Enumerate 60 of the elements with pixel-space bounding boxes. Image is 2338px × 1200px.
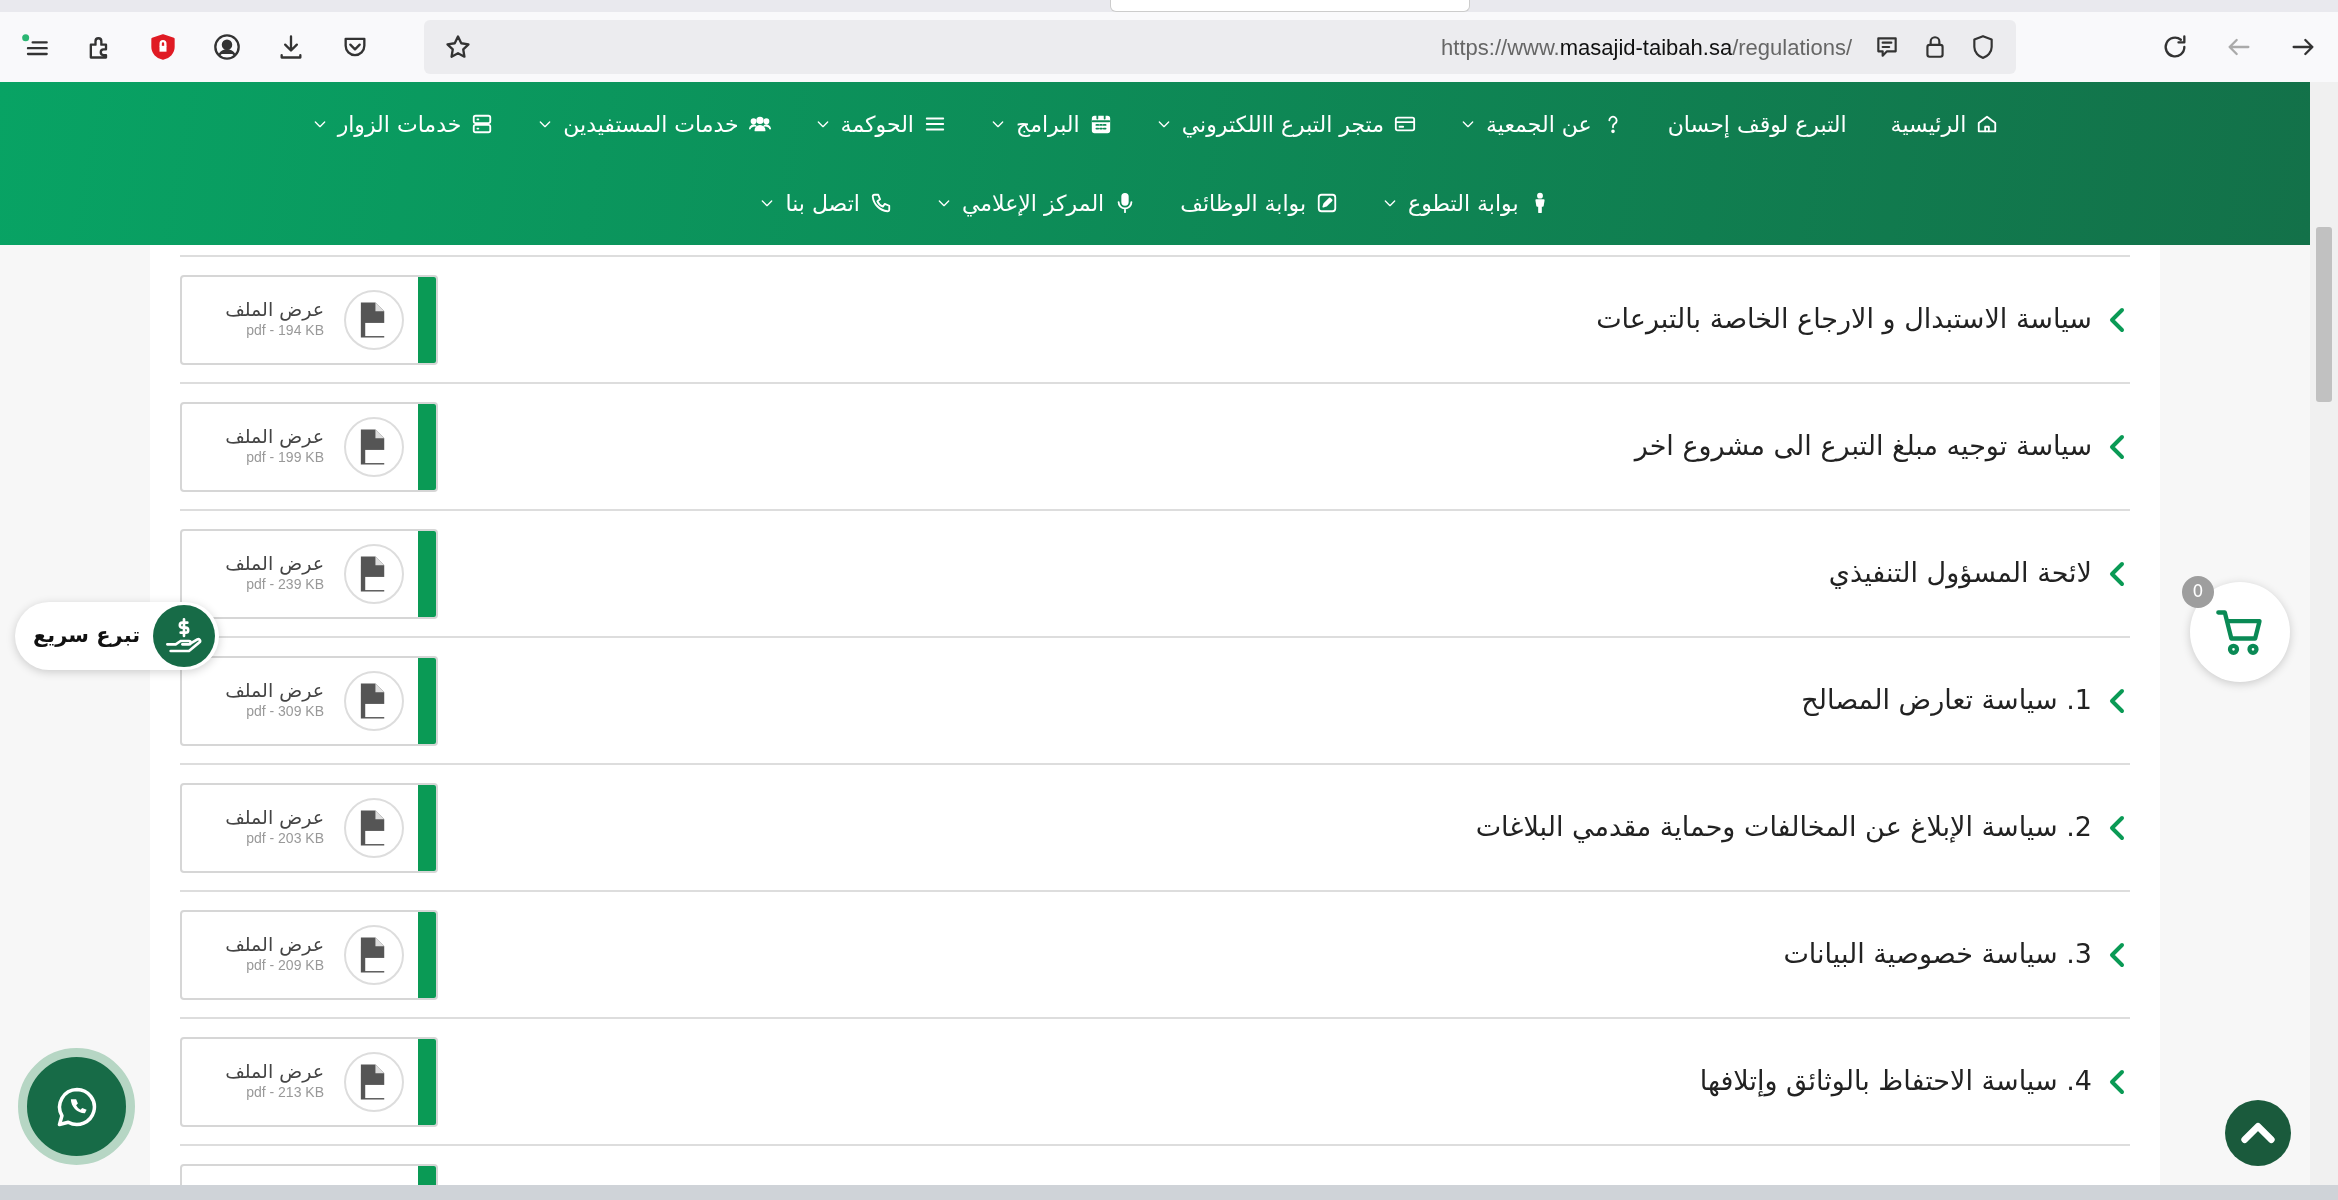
regulation-title: لائحة المسؤول التنفيذي [1828, 556, 2092, 591]
file-info: pdf - 199 KB [245, 448, 324, 468]
edit-icon [1316, 192, 1339, 214]
file-label: عرض الملف [225, 1059, 324, 1083]
cart-button[interactable] [2190, 582, 2290, 682]
nav-link[interactable]: التبرع لوقف إحسان [1667, 107, 1847, 141]
regulation-title: سياسة توجيه مبلغ التبرع الى مشروع اخر [1634, 429, 2092, 464]
phone-icon [869, 192, 892, 214]
nav-link[interactable]: خدمات الزوار [311, 107, 494, 141]
nav-link[interactable]: الرئيسية [1890, 107, 1999, 141]
nav-link[interactable]: بوابة التطوع [1382, 186, 1551, 220]
donate-hand-icon [153, 605, 215, 667]
regulation-title: 3. سياسة خصوصية البيانات [1783, 937, 2092, 972]
address-bar[interactable]: https://www.masajid-taibah.sa/regulations/ [424, 20, 2016, 74]
reader-icon[interactable] [1874, 34, 1900, 60]
pdf-icon [344, 416, 404, 477]
nav-link[interactable]: عن الجمعية [1460, 107, 1624, 141]
account-icon[interactable] [213, 33, 241, 61]
shield-icon[interactable] [149, 33, 177, 61]
nav-link[interactable]: المركز الإعلامي [935, 186, 1137, 220]
shield-outline-icon[interactable] [1970, 34, 1996, 60]
star-icon [444, 33, 472, 61]
file-label: عرض الملف [225, 424, 324, 448]
pdf-icon [344, 289, 404, 350]
regulation-title: 4. سياسة الاحتفاظ بالوثائق وإتلافها [1699, 1064, 2092, 1099]
file-label: عرض الملف [225, 805, 324, 829]
nav-link[interactable]: البرامج [990, 107, 1112, 141]
regulation-title: 2. سياسة الإبلاغ عن المخالفات وحماية مقدمي البلاغات [1475, 810, 2092, 845]
file-label: عرض الملف [225, 932, 324, 956]
file-info: pdf - 194 KB [245, 321, 324, 341]
file-label: عرض الملف [225, 551, 324, 575]
nav-link[interactable]: بوابة الوظائف [1180, 186, 1339, 220]
home-icon [1976, 113, 1999, 135]
file-label: عرض الملف [225, 297, 324, 321]
pdf-icon [344, 924, 404, 985]
file-label: عرض الملف [225, 678, 324, 702]
url-text: https://www.masajid-taibah.sa/regulations/ [1441, 33, 1852, 62]
pdf-icon [344, 797, 404, 858]
cart-count: 0 [2182, 576, 2214, 608]
regulation-title: سياسة الاستبدال و الارجاع الخاصة بالتبرعات [1596, 302, 2092, 337]
regulation-title: 1. سياسة تعارض المصالح [1801, 683, 2092, 718]
nav-link[interactable]: خدمات المستفيدين [537, 107, 771, 141]
reload-icon[interactable] [2161, 33, 2189, 61]
file-info: pdf - 309 KB [245, 702, 324, 722]
nav-link[interactable]: اتصل بنا [759, 186, 892, 220]
file-info: pdf - 203 KB [245, 829, 324, 849]
quick-donate-button[interactable]: تبرع سريع [15, 602, 219, 670]
calendar-icon [1089, 113, 1112, 135]
file-info: pdf - 239 KB [245, 575, 324, 595]
pdf-icon [344, 1051, 404, 1112]
server-icon [471, 113, 494, 135]
pdf-icon [344, 543, 404, 604]
file-info: pdf - 213 KB [245, 1083, 324, 1103]
nav-link[interactable]: الحوكمة [814, 107, 946, 141]
scrollbar-thumb[interactable] [2316, 227, 2332, 402]
nav-link[interactable]: متجر التبرع االلكتروني [1155, 107, 1417, 141]
file-info: pdf - 209 KB [245, 956, 324, 976]
scrollbar[interactable] [2310, 82, 2338, 1185]
chat-phone-icon [55, 1085, 98, 1128]
pdf-icon [344, 670, 404, 731]
